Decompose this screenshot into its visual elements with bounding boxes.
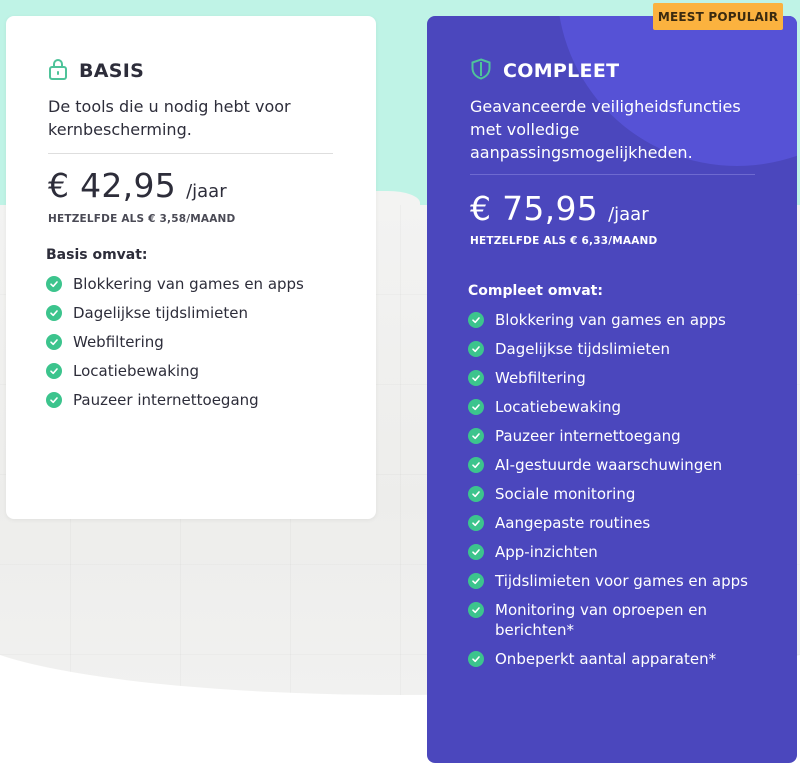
check-circle-icon [46,363,62,379]
feature-item: Pauzeer internettoegang [468,426,788,446]
feature-item: Tijdslimieten voor games en apps [468,571,788,591]
feature-label: Blokkering van games en apps [73,275,304,293]
check-circle-icon [468,428,484,444]
plan-header-compleet: COMPLEET [470,58,619,84]
check-circle-icon [468,312,484,328]
plan-card-basis: BASIS De tools die u nodig hebt voor ker… [6,16,376,519]
check-circle-icon [468,544,484,560]
check-circle-icon [468,651,484,667]
feature-item: Blokkering van games en apps [468,310,788,330]
feature-label: Onbeperkt aantal apparaten* [495,650,717,668]
feature-item: Monitoring van oproepen en berichten* [468,600,788,640]
check-circle-icon [46,276,62,292]
feature-label: Tijdslimieten voor games en apps [495,572,748,590]
feature-label: Monitoring van oproepen en berichten* [495,601,708,639]
feature-item: Webfiltering [468,368,788,388]
feature-label: Sociale monitoring [495,485,636,503]
divider [48,153,333,154]
price-row: € 42,95 /jaar [48,166,227,205]
check-circle-icon [468,399,484,415]
feature-item: Blokkering van games en apps [46,274,366,294]
monthly-equivalent: HETZELFDE ALS € 6,33/MAAND [470,235,658,247]
shield-icon [470,58,492,84]
feature-label: App-inzichten [495,543,598,561]
feature-item: Onbeperkt aantal apparaten* [468,649,788,669]
check-circle-icon [468,486,484,502]
monthly-equivalent: HETZELFDE ALS € 3,58/MAAND [48,213,236,225]
check-circle-icon [46,334,62,350]
price-row: € 75,95 /jaar [470,189,649,228]
feature-item: App-inzichten [468,542,788,562]
lock-icon [48,58,68,84]
feature-label: Blokkering van games en apps [495,311,726,329]
feature-label: Webfiltering [495,369,586,387]
feature-item: Locatiebewaking [468,397,788,417]
check-circle-icon [468,573,484,589]
feature-list: Blokkering van games en apps Dagelijkse t… [46,274,366,419]
check-circle-icon [468,515,484,531]
feature-label: Locatiebewaking [495,398,622,416]
plan-header-basis: BASIS [48,58,144,84]
feature-label: Dagelijkse tijdslimieten [495,340,671,358]
feature-label: Aangepaste routines [495,514,651,532]
plan-name: COMPLEET [503,60,620,82]
plan-name: BASIS [79,60,145,82]
feature-item: Dagelijkse tijdslimieten [468,339,788,359]
feature-label: Webfiltering [73,333,164,351]
feature-item: Sociale monitoring [468,484,788,504]
feature-label: Dagelijkse tijdslimieten [73,304,249,322]
feature-item: Locatiebewaking [46,361,366,381]
feature-item: AI-gestuurde waarschuwingen [468,455,788,475]
check-circle-icon [46,305,62,321]
feature-list: Blokkering van games en apps Dagelijkse t… [468,310,788,678]
feature-label: Pauzeer internettoegang [495,427,681,445]
check-circle-icon [468,341,484,357]
feature-item: Pauzeer internettoegang [46,390,366,410]
feature-item: Aangepaste routines [468,513,788,533]
check-circle-icon [468,370,484,386]
price-period: /jaar [608,204,649,225]
check-circle-icon [468,602,484,618]
feature-label: Locatiebewaking [73,362,200,380]
price: € 75,95 [470,189,599,228]
feature-label: AI-gestuurde waarschuwingen [495,456,723,474]
feature-label: Pauzeer internettoegang [73,391,259,409]
plan-description: De tools die u nodig hebt voor kernbesch… [48,97,291,139]
plan-card-compleet: COMPLEET Geavanceerde veiligheidsfunctie… [427,16,797,763]
feature-item: Dagelijkse tijdslimieten [46,303,366,323]
price-period: /jaar [186,181,227,202]
divider [470,174,755,175]
includes-label: Basis omvat: [46,247,148,263]
price: € 42,95 [48,166,177,205]
includes-label: Compleet omvat: [468,283,603,299]
feature-item: Webfiltering [46,332,366,352]
check-circle-icon [46,392,62,408]
most-popular-badge: MEEST POPULAIR [653,3,783,30]
plan-description: Geavanceerde veiligheidsfuncties met vol… [470,97,741,162]
check-circle-icon [468,457,484,473]
